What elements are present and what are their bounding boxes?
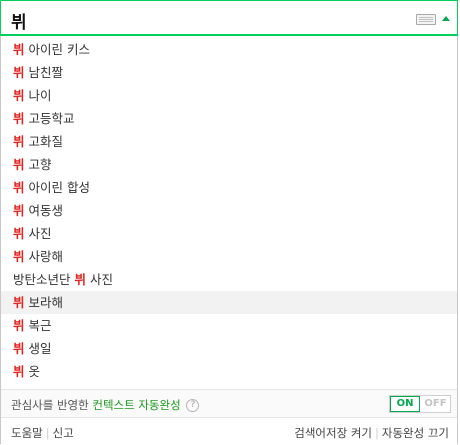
suggestion-keyword: 뷔 [13, 295, 25, 310]
suggestion-list: 뷔 아이린 키스 뷔 남친짤 뷔 나이 뷔 고등학교 뷔 고화질 뷔 고향 뷔 아이린 합성… [1, 38, 457, 383]
suggestion-item[interactable]: 뷔 사진 [1, 222, 457, 245]
suggestion-text: 사랑해 [28, 249, 64, 264]
suggestion-item[interactable]: 뷔 나이 [1, 84, 457, 107]
suggestion-item[interactable]: 뷔 남친짤 [1, 61, 457, 84]
suggestion-keyword: 뷔 [74, 272, 87, 287]
footer-links: 도움말 | 신고 검색어저장 켜기 | 자동완성 끄기 [1, 417, 457, 445]
suggestion-text: 아이린 키스 [28, 42, 90, 57]
suggestion-keyword: 뷔 [13, 134, 25, 149]
suggestion-item[interactable]: 뷔 복근 [1, 314, 457, 337]
keyboard-icon[interactable] [416, 14, 436, 25]
autocomplete-dropdown: 뷔 아이린 키스 뷔 남친짤 뷔 나이 뷔 고등학교 뷔 고화질 뷔 고향 뷔 아이린 합성… [0, 36, 458, 445]
suggestion-keyword: 뷔 [13, 249, 25, 264]
suggestion-text: 옷 [28, 364, 41, 379]
suggestion-keyword: 뷔 [13, 364, 25, 379]
suggestion-item[interactable]: 뷔 보라해 [1, 291, 457, 314]
suggestion-keyword: 뷔 [13, 65, 25, 80]
help-icon[interactable]: ? [186, 399, 200, 412]
suggestion-keyword: 뷔 [13, 88, 25, 103]
suggestion-prefix: 방탄소년단 [13, 272, 71, 287]
suggestion-text: 사진 [28, 226, 52, 241]
suggestion-item[interactable]: 방탄소년단 뷔 사진 [1, 268, 457, 291]
report-link[interactable]: 신고 [53, 426, 74, 440]
context-toggle[interactable]: ON OFF [389, 395, 451, 413]
suggestion-item[interactable]: 뷔 여동생 [1, 199, 457, 222]
autocomplete-off-link[interactable]: 자동완성 끄기 [382, 426, 449, 440]
suggestion-keyword: 뷔 [13, 226, 25, 241]
suggestion-item[interactable]: 뷔 고등학교 [1, 107, 457, 130]
suggestion-keyword: 뷔 [13, 111, 25, 126]
suggestion-text: 아이린 합성 [28, 180, 90, 195]
suggestion-text: 사진 [90, 272, 114, 287]
search-query[interactable]: 뷔 [11, 8, 27, 33]
suggestion-keyword: 뷔 [13, 42, 25, 57]
context-autocomplete-link[interactable]: 컨텍스트 자동완성 [92, 398, 180, 412]
suggestion-keyword: 뷔 [13, 203, 25, 218]
suggestion-text: 남친짤 [28, 65, 64, 80]
suggestion-item[interactable]: 뷔 아이린 합성 [1, 176, 457, 199]
suggestion-text: 나이 [28, 88, 52, 103]
history-on-link[interactable]: 검색어저장 켜기 [294, 426, 372, 440]
toggle-on[interactable]: ON [390, 396, 420, 412]
context-text: 관심사를 반영한 [11, 398, 89, 412]
help-link[interactable]: 도움말 [11, 426, 43, 440]
suggestion-text: 여동생 [28, 203, 64, 218]
suggestion-item[interactable]: 뷔 고향 [1, 153, 457, 176]
suggestion-text: 보라해 [28, 295, 64, 310]
context-autocomplete-bar: 관심사를 반영한 컨텍스트 자동완성 ? ON OFF [1, 389, 457, 417]
suggestion-text: 고향 [28, 157, 52, 172]
suggestion-text: 고화질 [28, 134, 64, 149]
suggestion-text: 복근 [28, 318, 52, 333]
search-box[interactable]: 뷔 [0, 0, 458, 36]
suggestion-item[interactable]: 뷔 고화질 [1, 130, 457, 153]
suggestion-item[interactable]: 뷔 생일 [1, 337, 457, 360]
suggestion-keyword: 뷔 [13, 341, 25, 356]
toggle-off[interactable]: OFF [421, 396, 450, 412]
suggestion-item[interactable]: 뷔 아이린 키스 [1, 38, 457, 61]
suggestion-text: 생일 [28, 341, 52, 356]
suggestion-item[interactable]: 뷔 옷 [1, 360, 457, 383]
suggestion-item[interactable]: 뷔 사랑해 [1, 245, 457, 268]
suggestion-text: 고등학교 [28, 111, 75, 126]
suggestion-keyword: 뷔 [13, 318, 25, 333]
suggestion-keyword: 뷔 [13, 157, 25, 172]
collapse-arrow-icon[interactable] [442, 16, 450, 21]
suggestion-keyword: 뷔 [13, 180, 25, 195]
